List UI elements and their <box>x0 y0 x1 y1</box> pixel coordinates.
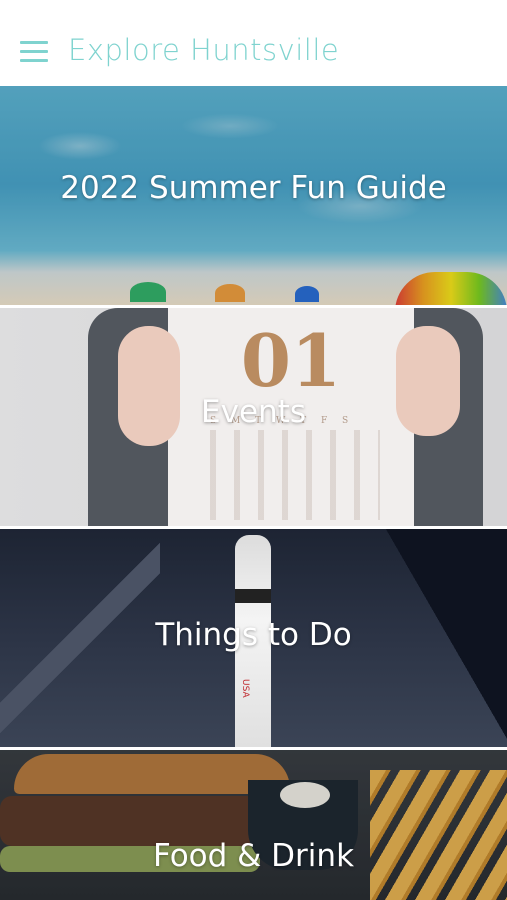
tile-label-summer-fun-guide: 2022 Summer Fun Guide <box>60 170 447 206</box>
tile-food-drink[interactable]: Food & Drink <box>0 750 507 900</box>
tile-overlay <box>0 750 507 900</box>
tile-label-food-drink: Food & Drink <box>152 838 355 874</box>
tile-things-to-do[interactable]: USA Things to Do <box>0 529 507 747</box>
tile-summer-fun-guide[interactable]: 2022 Summer Fun Guide <box>0 86 507 305</box>
hamburger-menu-icon[interactable] <box>20 41 48 63</box>
tile-label-events: Events <box>201 394 306 430</box>
app-title: Explore Huntsville <box>68 33 340 67</box>
tile-label-things-to-do: Things to Do <box>155 617 352 653</box>
tile-events[interactable]: 01 S M T W T F S Events <box>0 308 507 526</box>
rocket-band <box>235 589 271 603</box>
rocket-usa-text: USA <box>240 679 250 698</box>
app-header: Explore Huntsville <box>0 0 507 86</box>
